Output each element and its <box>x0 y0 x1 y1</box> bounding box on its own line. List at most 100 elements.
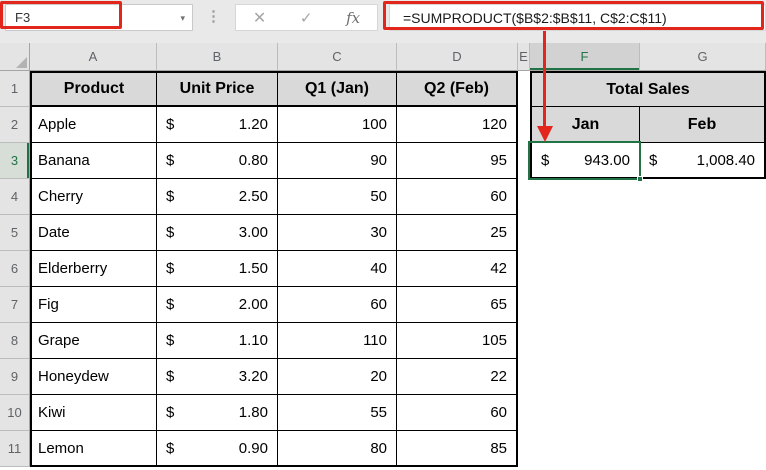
cell-d9[interactable]: 22 <box>397 359 518 395</box>
toolbar-drag-handle-icon: ⋮ <box>206 8 221 26</box>
cell-g6[interactable] <box>640 251 766 287</box>
row-header-11[interactable]: 11 <box>0 431 30 467</box>
cell-f6[interactable] <box>530 251 640 287</box>
row-header-9[interactable]: 9 <box>0 359 30 395</box>
column-header-g[interactable]: G <box>640 43 766 71</box>
cell-a9[interactable]: Honeydew <box>30 359 157 395</box>
cell-c2[interactable]: 100 <box>278 107 397 143</box>
cell-g7[interactable] <box>640 287 766 323</box>
cell-e1[interactable] <box>518 71 530 107</box>
row-header-5[interactable]: 5 <box>0 215 30 251</box>
cell-f3-selected[interactable]: $943.00 <box>530 143 640 179</box>
cell-f5[interactable] <box>530 215 640 251</box>
cell-b8[interactable]: $1.10 <box>157 323 278 359</box>
select-all-corner[interactable] <box>0 43 30 71</box>
cell-d1[interactable]: Q2 (Feb) <box>397 71 518 107</box>
cell-c5[interactable]: 30 <box>278 215 397 251</box>
cell-c9[interactable]: 20 <box>278 359 397 395</box>
cell-d7[interactable]: 65 <box>397 287 518 323</box>
cell-g11[interactable] <box>640 431 766 467</box>
cell-c1[interactable]: Q1 (Jan) <box>278 71 397 107</box>
cell-a3[interactable]: Banana <box>30 143 157 179</box>
cell-f11[interactable] <box>530 431 640 467</box>
cell-f10[interactable] <box>530 395 640 431</box>
cell-d4[interactable]: 60 <box>397 179 518 215</box>
enter-icon[interactable]: ✓ <box>300 9 313 27</box>
cell-g5[interactable] <box>640 215 766 251</box>
row-header-7[interactable]: 7 <box>0 287 30 323</box>
cell-g8[interactable] <box>640 323 766 359</box>
cell-a7[interactable]: Fig <box>30 287 157 323</box>
cell-b6[interactable]: $1.50 <box>157 251 278 287</box>
cell-f1-total-sales[interactable]: Total Sales <box>530 71 766 107</box>
cell-b9[interactable]: $3.20 <box>157 359 278 395</box>
column-header-c[interactable]: C <box>278 43 397 71</box>
row-header-1[interactable]: 1 <box>0 71 30 107</box>
cell-e2[interactable] <box>518 107 530 143</box>
cell-a1[interactable]: Product <box>30 71 157 107</box>
cell-c10[interactable]: 55 <box>278 395 397 431</box>
cell-g2-feb[interactable]: Feb <box>640 107 766 143</box>
cell-d8[interactable]: 105 <box>397 323 518 359</box>
cell-b1[interactable]: Unit Price <box>157 71 278 107</box>
column-header-f[interactable]: F <box>530 43 640 71</box>
cell-f4[interactable] <box>530 179 640 215</box>
cell-d6[interactable]: 42 <box>397 251 518 287</box>
cell-c6[interactable]: 40 <box>278 251 397 287</box>
cell-b5[interactable]: $3.00 <box>157 215 278 251</box>
cell-c7[interactable]: 60 <box>278 287 397 323</box>
cell-f9[interactable] <box>530 359 640 395</box>
cell-e8[interactable] <box>518 323 530 359</box>
cell-b3[interactable]: $0.80 <box>157 143 278 179</box>
cell-d3[interactable]: 95 <box>397 143 518 179</box>
cell-g3[interactable]: $1,008.40 <box>640 143 766 179</box>
cell-e4[interactable] <box>518 179 530 215</box>
row-header-6[interactable]: 6 <box>0 251 30 287</box>
cancel-icon[interactable]: ✕ <box>253 8 266 28</box>
cell-e11[interactable] <box>518 431 530 467</box>
name-box-dropdown-icon[interactable]: ▾ <box>180 13 185 24</box>
column-header-b[interactable]: B <box>157 43 278 71</box>
cell-b11[interactable]: $0.90 <box>157 431 278 467</box>
insert-function-icon[interactable]: fx <box>346 9 360 27</box>
row-header-8[interactable]: 8 <box>0 323 30 359</box>
row-header-4[interactable]: 4 <box>0 179 30 215</box>
cell-a4[interactable]: Cherry <box>30 179 157 215</box>
cell-e5[interactable] <box>518 215 530 251</box>
cell-c8[interactable]: 110 <box>278 323 397 359</box>
cell-b10[interactable]: $1.80 <box>157 395 278 431</box>
price-value: 2.00 <box>239 296 268 313</box>
column-header-a[interactable]: A <box>30 43 157 71</box>
cell-f7[interactable] <box>530 287 640 323</box>
cell-a5[interactable]: Date <box>30 215 157 251</box>
cell-g9[interactable] <box>640 359 766 395</box>
row-header-2[interactable]: 2 <box>0 107 30 143</box>
row-header-10[interactable]: 10 <box>0 395 30 431</box>
cell-d10[interactable]: 60 <box>397 395 518 431</box>
cell-e6[interactable] <box>518 251 530 287</box>
cell-f8[interactable] <box>530 323 640 359</box>
cell-g10[interactable] <box>640 395 766 431</box>
cell-g4[interactable] <box>640 179 766 215</box>
cell-d11[interactable]: 85 <box>397 431 518 467</box>
cell-e10[interactable] <box>518 395 530 431</box>
cell-a10[interactable]: Kiwi <box>30 395 157 431</box>
cell-b4[interactable]: $2.50 <box>157 179 278 215</box>
cell-d5[interactable]: 25 <box>397 215 518 251</box>
cell-e3[interactable] <box>518 143 530 179</box>
cell-e7[interactable] <box>518 287 530 323</box>
cell-b7[interactable]: $2.00 <box>157 287 278 323</box>
column-header-d[interactable]: D <box>397 43 518 71</box>
cell-a2[interactable]: Apple <box>30 107 157 143</box>
cell-c3[interactable]: 90 <box>278 143 397 179</box>
cell-a6[interactable]: Elderberry <box>30 251 157 287</box>
cell-a11[interactable]: Lemon <box>30 431 157 467</box>
cell-c11[interactable]: 80 <box>278 431 397 467</box>
cell-c4[interactable]: 50 <box>278 179 397 215</box>
cell-a8[interactable]: Grape <box>30 323 157 359</box>
row-header-3[interactable]: 3 <box>0 143 30 179</box>
cell-b2[interactable]: $1.20 <box>157 107 278 143</box>
cell-e9[interactable] <box>518 359 530 395</box>
column-header-e[interactable]: E <box>518 43 530 71</box>
cell-d2[interactable]: 120 <box>397 107 518 143</box>
